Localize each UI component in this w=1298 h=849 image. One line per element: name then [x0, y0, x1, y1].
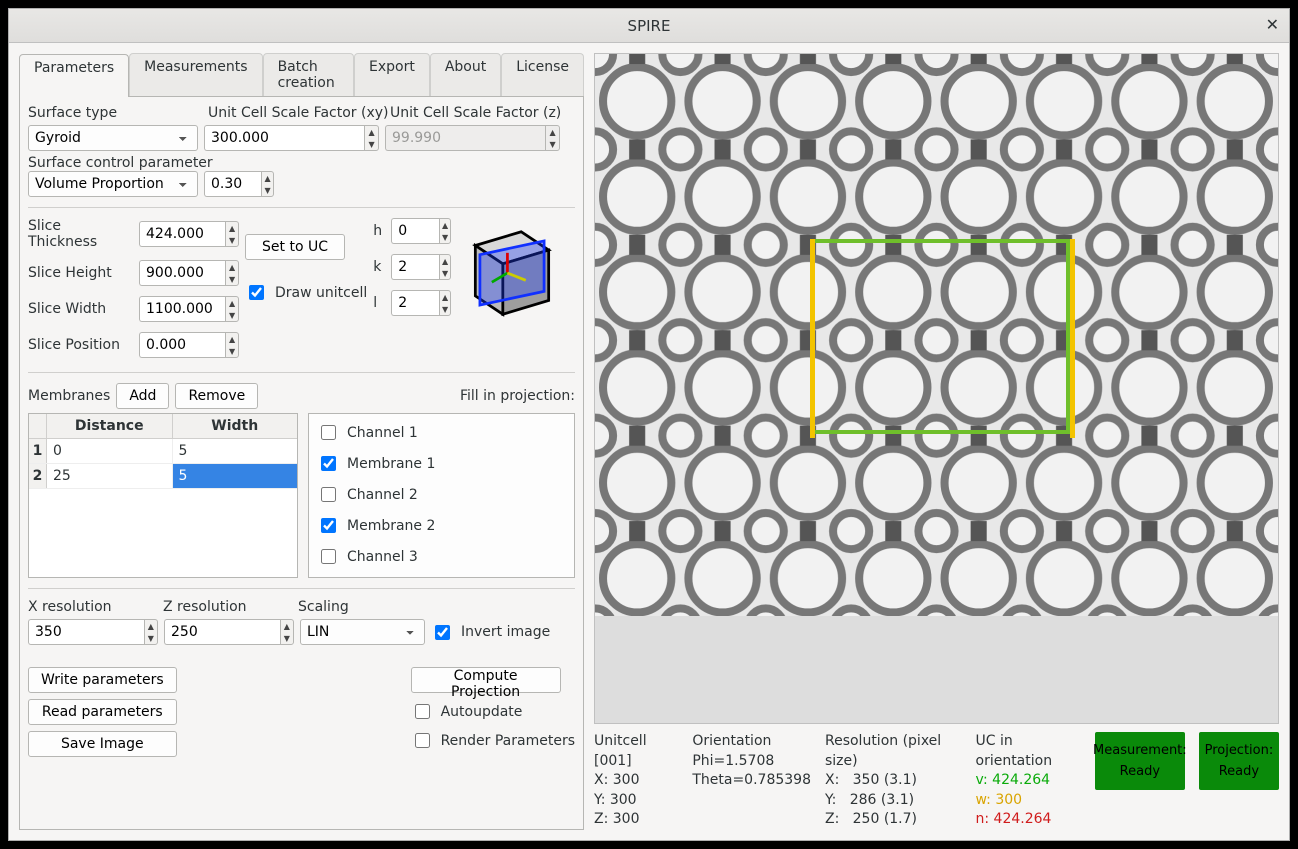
h-label: h — [373, 223, 385, 239]
uc-z-input — [385, 125, 545, 151]
up-icon[interactable]: ▲ — [262, 172, 273, 184]
tab-license[interactable]: License — [501, 53, 584, 96]
slice-position-label: Slice Position — [28, 337, 133, 353]
surface-ctrl-input[interactable] — [204, 171, 261, 197]
tab-measurements[interactable]: Measurements — [129, 53, 262, 96]
membrane1-check[interactable] — [321, 456, 336, 471]
projection-preview — [594, 53, 1279, 724]
zres-spin[interactable]: ▲▼ — [164, 619, 294, 645]
autoupdate-check[interactable] — [415, 704, 430, 719]
projection-status-badge: Projection: Ready — [1199, 732, 1279, 790]
down-icon[interactable]: ▼ — [262, 184, 273, 196]
down-icon: ▼ — [546, 138, 559, 150]
tabs: Parameters Measurements Batch creation E… — [19, 53, 584, 97]
render-params-check[interactable] — [415, 733, 430, 748]
membrane-add-button[interactable]: Add — [116, 383, 169, 409]
window-title: SPIRE — [628, 17, 671, 35]
tab-parameters[interactable]: Parameters — [19, 54, 129, 97]
uc-title: Unitcell [001] — [594, 732, 678, 771]
slice-thickness-label: Slice Thickness — [28, 218, 133, 250]
close-icon[interactable]: ✕ — [1266, 15, 1279, 34]
app-window: SPIRE ✕ Parameters Measurements Batch cr… — [8, 8, 1290, 841]
measurement-status-badge: Measurement: Ready — [1095, 732, 1185, 790]
unitcell-overlay-right — [1070, 239, 1075, 438]
membranes-table[interactable]: Distance Width 1 0 5 2 25 5 — [28, 413, 298, 578]
uc-z-spin: ▲▼ — [385, 125, 560, 151]
tab-batch[interactable]: Batch creation — [263, 53, 354, 96]
table-row[interactable]: 1 0 5 — [29, 439, 297, 464]
draw-unitcell-check[interactable] — [249, 285, 264, 300]
parameters-panel: Surface type Unit Cell Scale Factor (xy)… — [19, 97, 584, 830]
write-params-button[interactable]: Write parameters — [28, 667, 177, 693]
l-spin[interactable]: ▲▼ — [391, 290, 451, 316]
slice-thickness-spin[interactable]: ▲▼ — [139, 221, 239, 247]
uc-xy-label: Unit Cell Scale Factor (xy) — [208, 105, 390, 121]
compute-projection-button[interactable]: Compute Projection — [411, 667, 561, 693]
col-distance: Distance — [47, 414, 173, 438]
status-bar: Unitcell [001] X: 300 Y: 300 Z: 300 Orie… — [594, 724, 1279, 830]
zres-label: Z resolution — [163, 599, 298, 615]
membrane2-check[interactable] — [321, 518, 336, 533]
fill-projection-pane: Channel 1 Membrane 1 Channel 2 Membrane … — [308, 413, 575, 578]
tab-export[interactable]: Export — [354, 53, 430, 96]
save-image-button[interactable]: Save Image — [28, 731, 177, 757]
unitcell-cube-icon — [457, 218, 567, 362]
xres-label: X resolution — [28, 599, 163, 615]
surface-ctrl-select[interactable]: Volume Proportion — [28, 171, 198, 197]
uc-xy-spin[interactable]: ▲▼ — [204, 125, 379, 151]
unitcell-overlay-left — [810, 239, 815, 438]
h-spin[interactable]: ▲▼ — [391, 218, 451, 244]
uco-title: UC in orientation — [976, 732, 1081, 771]
slice-height-label: Slice Height — [28, 265, 133, 281]
l-label: l — [373, 295, 385, 311]
surface-type-label: Surface type — [28, 105, 208, 121]
res-title: Resolution (pixel size) — [825, 732, 962, 771]
fill-projection-label: Fill in projection: — [460, 388, 575, 404]
slice-height-spin[interactable]: ▲▼ — [139, 260, 239, 286]
membranes-label: Membranes — [28, 388, 110, 404]
col-width: Width — [173, 414, 298, 438]
membrane-remove-button[interactable]: Remove — [175, 383, 258, 409]
draw-unitcell-label: Draw unitcell — [275, 285, 367, 301]
uc-z-label: Unit Cell Scale Factor (z) — [390, 105, 561, 121]
surface-ctrl-label: Surface control parameter — [28, 155, 213, 171]
slice-position-spin[interactable]: ▲▼ — [139, 332, 239, 358]
uc-xy-input[interactable] — [204, 125, 364, 151]
table-row[interactable]: 2 25 5 — [29, 464, 297, 489]
k-spin[interactable]: ▲▼ — [391, 254, 451, 280]
scaling-label: Scaling — [298, 599, 349, 615]
k-label: k — [373, 259, 385, 275]
surface-type-select[interactable]: Gyroid — [28, 125, 198, 151]
channel3-check[interactable] — [321, 549, 336, 564]
xres-spin[interactable]: ▲▼ — [28, 619, 158, 645]
titlebar: SPIRE ✕ — [9, 9, 1289, 43]
tab-about[interactable]: About — [430, 53, 501, 96]
channel2-check[interactable] — [321, 487, 336, 502]
up-icon[interactable]: ▲ — [365, 126, 378, 138]
channel1-check[interactable] — [321, 425, 336, 440]
unitcell-overlay — [810, 239, 1070, 434]
invert-image-check[interactable] — [435, 625, 450, 640]
slice-width-label: Slice Width — [28, 301, 133, 317]
down-icon[interactable]: ▼ — [365, 138, 378, 150]
up-icon: ▲ — [546, 126, 559, 138]
scaling-select[interactable]: LIN — [300, 619, 425, 645]
orient-title: Orientation — [692, 732, 811, 752]
surface-ctrl-num[interactable]: ▲▼ — [204, 171, 274, 197]
set-to-uc-button[interactable]: Set to UC — [245, 234, 345, 260]
read-params-button[interactable]: Read parameters — [28, 699, 177, 725]
slice-width-spin[interactable]: ▲▼ — [139, 296, 239, 322]
